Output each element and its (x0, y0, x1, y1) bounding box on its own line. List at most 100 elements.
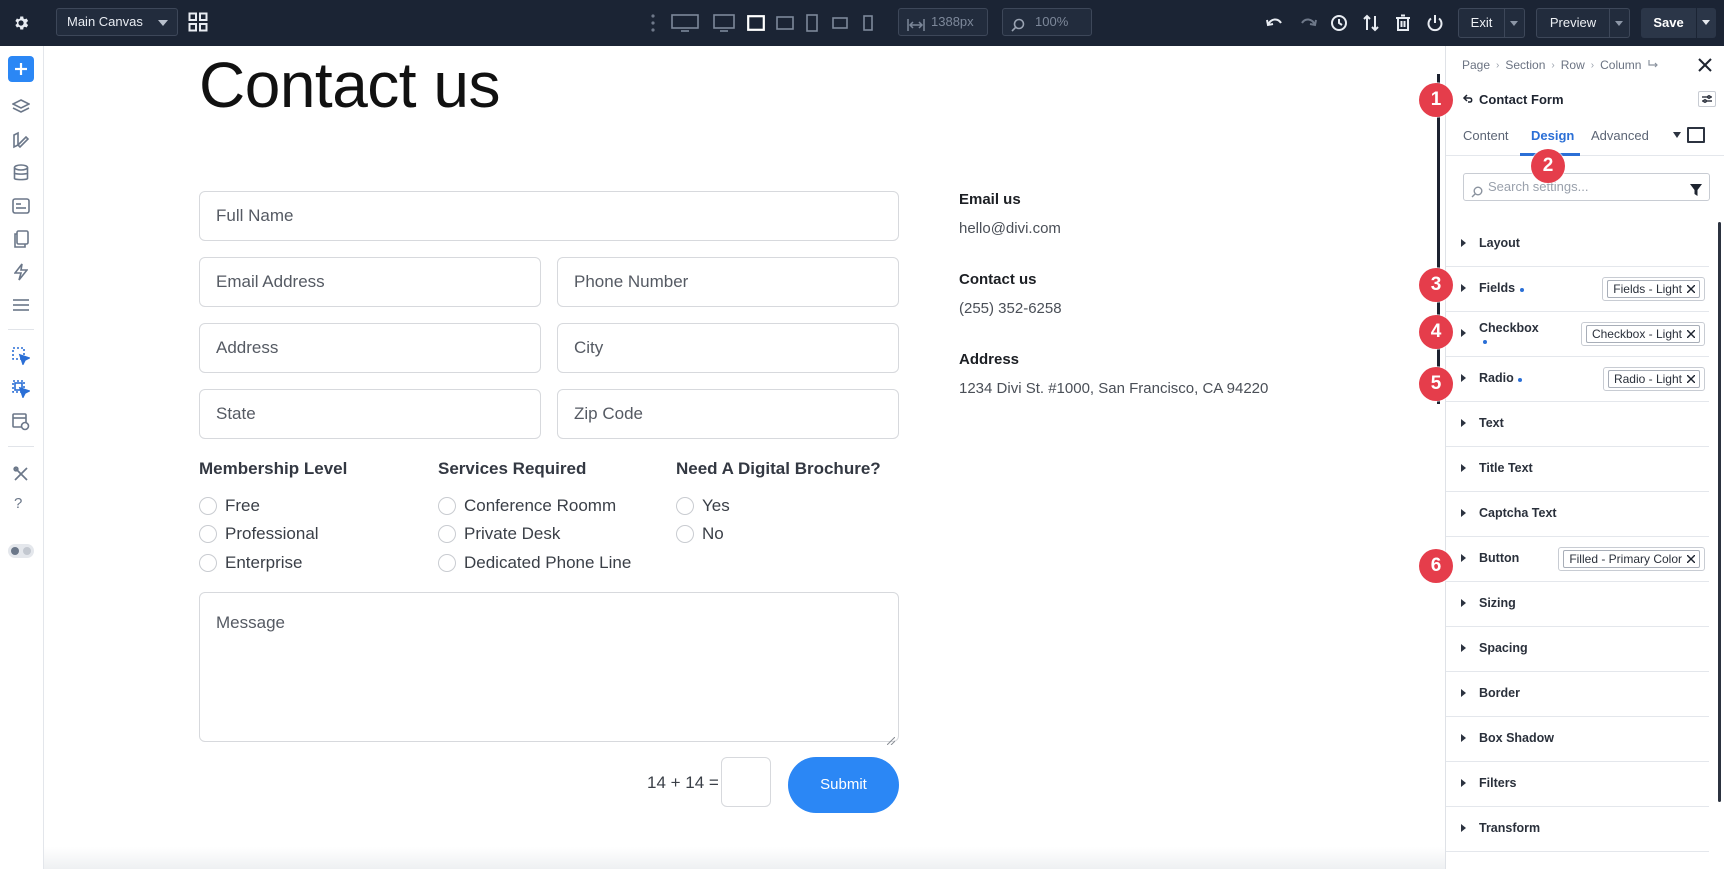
zip-code-field[interactable]: Zip Code (557, 389, 899, 439)
remove-preset-icon[interactable] (1687, 330, 1695, 338)
lightning-icon[interactable] (10, 261, 32, 283)
save-button[interactable]: Save (1641, 8, 1696, 38)
multi-select-icon[interactable] (10, 378, 32, 400)
caret-right-icon (1461, 329, 1466, 337)
desktop-wide-view-icon[interactable] (670, 13, 700, 33)
list-settings-icon[interactable] (10, 294, 32, 316)
group-sizing[interactable]: Sizing (1446, 582, 1709, 627)
phone-portrait-view-icon[interactable] (861, 13, 875, 33)
more-vertical-icon[interactable] (650, 13, 656, 38)
group-fields[interactable]: Fields Fields - Light (1446, 267, 1709, 312)
pages-icon[interactable] (10, 228, 32, 250)
select-cursor-icon[interactable] (10, 345, 32, 367)
settings-gear-icon[interactable] (8, 10, 34, 36)
phone-landscape-view-icon[interactable] (831, 13, 849, 33)
remove-preset-icon[interactable] (1687, 555, 1695, 563)
radio-circle-icon[interactable] (676, 525, 694, 543)
breadcrumb-page[interactable]: Page (1462, 58, 1490, 72)
help-icon[interactable]: ? (14, 495, 22, 512)
layers-icon[interactable] (10, 96, 32, 118)
exit-options-button[interactable] (1505, 8, 1525, 38)
radio-circle-icon[interactable] (676, 497, 694, 515)
city-field[interactable]: City (557, 323, 899, 373)
tools-icon[interactable] (10, 463, 32, 485)
breadcrumb-section[interactable]: Section (1505, 58, 1545, 72)
preview-button[interactable]: Preview (1536, 8, 1610, 38)
trash-icon[interactable] (1392, 12, 1414, 34)
radio-preset-chip[interactable]: Radio - Light (1602, 367, 1705, 391)
design-library-icon[interactable] (10, 129, 32, 151)
zoom-field[interactable]: 100% (1002, 8, 1092, 36)
checkbox-circle-icon[interactable] (438, 554, 456, 572)
panel-scrollbar[interactable] (1718, 222, 1721, 802)
canvas-width-field[interactable]: 1388px (898, 8, 988, 36)
breadcrumb-column[interactable]: Column (1600, 58, 1641, 72)
theme-toggle[interactable] (8, 544, 34, 558)
canvas-select[interactable]: Main Canvas (56, 8, 178, 36)
group-filters[interactable]: Filters (1446, 762, 1709, 807)
laptop-view-icon[interactable] (746, 13, 766, 33)
form-icon[interactable] (10, 195, 32, 217)
undo-icon[interactable] (1264, 12, 1286, 34)
close-icon[interactable] (1698, 58, 1714, 74)
group-text[interactable]: Text (1446, 402, 1709, 447)
group-layout[interactable]: Layout (1446, 222, 1709, 267)
group-title-text[interactable]: Title Text (1446, 447, 1709, 492)
group-checkbox[interactable]: Checkbox Checkbox - Light (1446, 312, 1709, 357)
group-label: Box Shadow (1479, 731, 1555, 745)
desktop-view-icon[interactable] (712, 13, 736, 33)
fields-preset-chip[interactable]: Fields - Light (1602, 277, 1705, 301)
tab-advanced[interactable]: Advanced (1591, 128, 1649, 143)
group-captcha-text[interactable]: Captcha Text (1446, 492, 1709, 537)
power-icon[interactable] (1424, 12, 1446, 34)
state-field[interactable]: State (199, 389, 541, 439)
tab-design[interactable]: Design (1531, 128, 1574, 143)
button-preset-chip[interactable]: Filled - Primary Color (1558, 547, 1705, 571)
group-button[interactable]: Button Filled - Primary Color (1446, 537, 1709, 582)
captcha-input[interactable] (721, 757, 771, 807)
full-name-field[interactable]: Full Name (199, 191, 899, 241)
database-icon[interactable] (10, 162, 32, 184)
breadcrumb-row[interactable]: Row (1561, 58, 1585, 72)
history-clock-icon[interactable] (1328, 12, 1350, 34)
grid-icon[interactable] (188, 12, 208, 32)
radio-circle-icon[interactable] (199, 554, 217, 572)
group-label: Radio (1479, 371, 1514, 385)
address-field[interactable]: Address (199, 323, 541, 373)
remove-preset-icon[interactable] (1687, 285, 1695, 293)
checkbox-preset-chip[interactable]: Checkbox - Light (1580, 322, 1705, 346)
email-field[interactable]: Email Address (199, 257, 541, 307)
submit-button[interactable]: Submit (788, 757, 899, 813)
redo-icon[interactable] (1297, 12, 1319, 34)
group-label: Transform (1479, 821, 1541, 835)
layout-settings-icon[interactable] (10, 411, 32, 433)
radio-circle-icon[interactable] (199, 525, 217, 543)
group-radio[interactable]: Radio Radio - Light (1446, 357, 1709, 402)
add-module-button[interactable] (8, 56, 34, 82)
radio-circle-icon[interactable] (199, 497, 217, 515)
chevron-down-icon[interactable] (1673, 132, 1681, 138)
checkbox-circle-icon[interactable] (438, 525, 456, 543)
tablet-portrait-view-icon[interactable] (804, 13, 820, 33)
group-box-shadow[interactable]: Box Shadow (1446, 717, 1709, 762)
group-spacing[interactable]: Spacing (1446, 627, 1709, 672)
view-mode-icon[interactable] (1687, 127, 1705, 143)
preview-options-button[interactable] (1610, 8, 1630, 38)
back-arrow-icon[interactable] (1462, 92, 1474, 104)
settings-search-input[interactable]: Search settings... (1463, 173, 1710, 201)
tablet-landscape-view-icon[interactable] (775, 13, 795, 33)
resize-handle-icon[interactable] (886, 730, 896, 746)
sort-arrows-icon[interactable] (1360, 12, 1382, 34)
checkbox-circle-icon[interactable] (438, 497, 456, 515)
phone-field[interactable]: Phone Number (557, 257, 899, 307)
module-options-icon[interactable] (1698, 91, 1716, 107)
zoom-value: 100% (1035, 14, 1069, 29)
save-options-button[interactable] (1696, 8, 1716, 38)
filter-icon[interactable] (1690, 180, 1702, 206)
message-textarea[interactable]: Message (199, 592, 899, 746)
group-border[interactable]: Border (1446, 672, 1709, 717)
tab-content[interactable]: Content (1463, 128, 1509, 143)
exit-button[interactable]: Exit (1458, 8, 1505, 38)
group-transform[interactable]: Transform (1446, 807, 1709, 852)
remove-preset-icon[interactable] (1687, 375, 1695, 383)
